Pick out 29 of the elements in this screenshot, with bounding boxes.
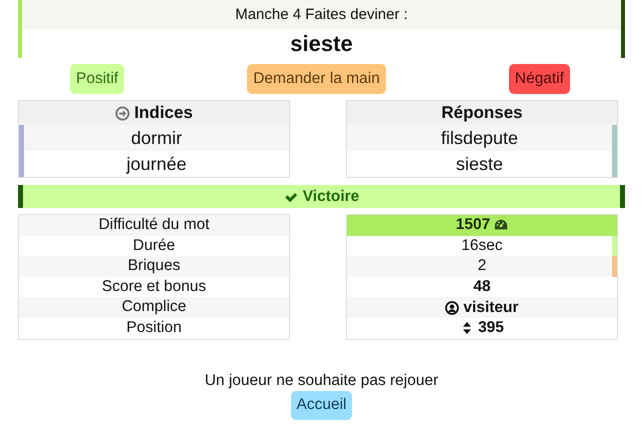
arrow-circle-icon xyxy=(115,106,130,120)
clue-cell: dormir xyxy=(19,125,289,151)
stat-value: visiteur xyxy=(463,298,519,318)
ask-button[interactable]: Demander la main xyxy=(247,64,386,94)
positive-button[interactable]: Positif xyxy=(70,64,124,94)
stat-label: Briques xyxy=(19,256,289,277)
stat-label: Difficulté du mot xyxy=(19,215,289,236)
clue-cell: journée xyxy=(19,151,289,177)
stat-label: Complice xyxy=(19,297,289,318)
gauge-icon xyxy=(494,218,508,232)
stat-label: Score et bonus xyxy=(100,276,208,297)
negative-button[interactable]: Négatif xyxy=(508,64,570,94)
stat-label: Durée xyxy=(132,236,176,256)
home-button[interactable]: Accueil xyxy=(290,390,352,420)
info-message: Un joueur ne souhaite pas rejouer xyxy=(204,372,438,390)
user-circle-icon xyxy=(445,300,460,315)
stat-value: 48 xyxy=(473,277,491,298)
clues-heading: Indices xyxy=(134,103,193,123)
result-label: Victoire xyxy=(302,188,360,206)
stat-value: 395 xyxy=(478,318,504,338)
stat-value: 16sec xyxy=(461,236,503,256)
answer-cell: sieste xyxy=(347,151,617,177)
round-title: Manche 4 Faites deviner : xyxy=(22,0,621,30)
stat-label: Position xyxy=(125,318,183,338)
answers-heading: Réponses xyxy=(441,103,523,123)
stat-value: 2 xyxy=(478,256,486,276)
stat-value: 1507 xyxy=(456,215,490,236)
target-word: sieste xyxy=(289,30,354,58)
answer-cell: filsdepute xyxy=(347,125,617,151)
